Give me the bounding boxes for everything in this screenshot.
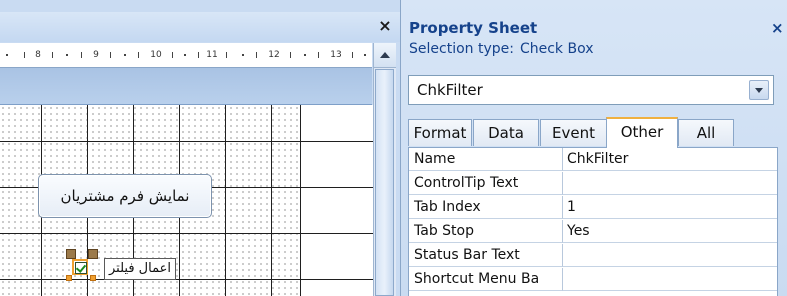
- property-name: Name: [409, 148, 563, 171]
- ruler-ticks: 8 9 10 11 12 13: [0, 50, 372, 60]
- ruler-dot: [242, 54, 244, 56]
- property-value-field[interactable]: 1: [563, 196, 777, 219]
- ruler-number-12: 12: [268, 50, 280, 60]
- form-section-bar[interactable]: [0, 68, 372, 105]
- filter-checkbox-control[interactable]: اعمال فیلتر: [66, 249, 186, 281]
- filter-checkbox-label[interactable]: اعمال فیلتر: [104, 258, 176, 280]
- selection-handle-move[interactable]: [88, 249, 98, 259]
- property-name: Status Bar Text: [409, 244, 563, 267]
- close-property-sheet-icon[interactable]: ×: [771, 19, 784, 37]
- property-tabs: Format Data Event Other All: [408, 117, 774, 148]
- selection-type: Selection type: Check Box: [409, 41, 594, 57]
- selection-handle[interactable]: [66, 275, 72, 281]
- tab-other[interactable]: Other: [606, 117, 678, 148]
- property-value-field[interactable]: Yes: [563, 220, 777, 243]
- ruler-number-11: 11: [206, 50, 218, 60]
- ruler-tick: [352, 52, 353, 58]
- property-value-field[interactable]: [563, 172, 777, 195]
- object-selector-dropdown[interactable]: ChkFilter: [408, 75, 774, 105]
- designer-title-bar: [0, 12, 400, 42]
- property-row[interactable]: Shortcut Menu Ba: [409, 268, 777, 292]
- ruler-dot: [304, 54, 306, 56]
- property-row[interactable]: Status Bar Text: [409, 244, 777, 268]
- close-designer-icon[interactable]: ×: [376, 17, 394, 35]
- selection-type-label: Selection type:: [409, 41, 514, 57]
- tab-data[interactable]: Data: [473, 119, 539, 146]
- ruler-tick: [318, 52, 319, 58]
- property-row[interactable]: Tab Index 1: [409, 196, 777, 220]
- vertical-scrollbar[interactable]: [373, 43, 396, 296]
- ruler-tick: [110, 52, 111, 58]
- ruler-tick: [198, 52, 199, 58]
- property-row[interactable]: ControlTip Text: [409, 172, 777, 196]
- selection-type-value: Check Box: [519, 41, 594, 57]
- property-value-field[interactable]: [563, 268, 777, 291]
- property-row[interactable]: Name ChkFilter: [409, 148, 777, 172]
- ruler-tick: [290, 52, 291, 58]
- chevron-down-icon[interactable]: [749, 80, 769, 100]
- scrollbar-thumb[interactable]: [375, 69, 394, 296]
- ruler-tick: [24, 52, 25, 58]
- ruler-dot: [6, 54, 8, 56]
- ruler-tick: [226, 52, 227, 58]
- ruler-number-8: 8: [35, 50, 41, 60]
- ruler-dot: [364, 54, 366, 56]
- ruler-tick: [138, 52, 139, 58]
- horizontal-ruler: 8 9 10 11 12 13: [0, 43, 372, 68]
- filter-checkbox[interactable]: [72, 259, 88, 275]
- ruler-dot: [66, 54, 68, 56]
- property-value-field[interactable]: ChkFilter: [563, 148, 777, 171]
- design-grid-column[interactable]: [300, 105, 373, 296]
- object-selector-value: ChkFilter: [417, 81, 483, 99]
- ruler-dot: [184, 54, 186, 56]
- ruler-tick: [81, 52, 82, 58]
- tab-event[interactable]: Event: [540, 119, 607, 146]
- tab-all[interactable]: All: [678, 119, 734, 146]
- property-grid: Name ChkFilter ControlTip Text Tab Index…: [408, 147, 778, 296]
- ruler-number-13: 13: [330, 50, 342, 60]
- selection-handle[interactable]: [90, 275, 96, 281]
- ruler-tick: [256, 52, 257, 58]
- ruler-tick: [172, 52, 173, 58]
- property-name: Tab Index: [409, 196, 563, 219]
- property-name: Tab Stop: [409, 220, 563, 243]
- property-name: ControlTip Text: [409, 172, 563, 195]
- show-customer-form-button[interactable]: نمایش فرم مشتریان: [38, 174, 212, 218]
- checkmark-icon: [75, 262, 87, 274]
- property-sheet-title: Property Sheet: [409, 19, 538, 37]
- ruler-number-9: 9: [93, 50, 99, 60]
- scroll-up-arrow-icon[interactable]: [374, 43, 396, 68]
- property-value-field[interactable]: [563, 244, 777, 267]
- ruler-dot: [124, 54, 126, 56]
- ruler-tick: [52, 52, 53, 58]
- selection-handle-move[interactable]: [66, 249, 76, 259]
- property-row[interactable]: Tab Stop Yes: [409, 220, 777, 244]
- property-sheet-pane: Property Sheet × Selection type: Check Bo…: [400, 0, 787, 296]
- property-name: Shortcut Menu Ba: [409, 268, 563, 291]
- tab-format[interactable]: Format: [408, 119, 472, 146]
- ruler-number-10: 10: [150, 50, 162, 60]
- form-design-view: × 8 9 10 11 12 13 نمایش فرم مشتریان اعما…: [0, 0, 400, 296]
